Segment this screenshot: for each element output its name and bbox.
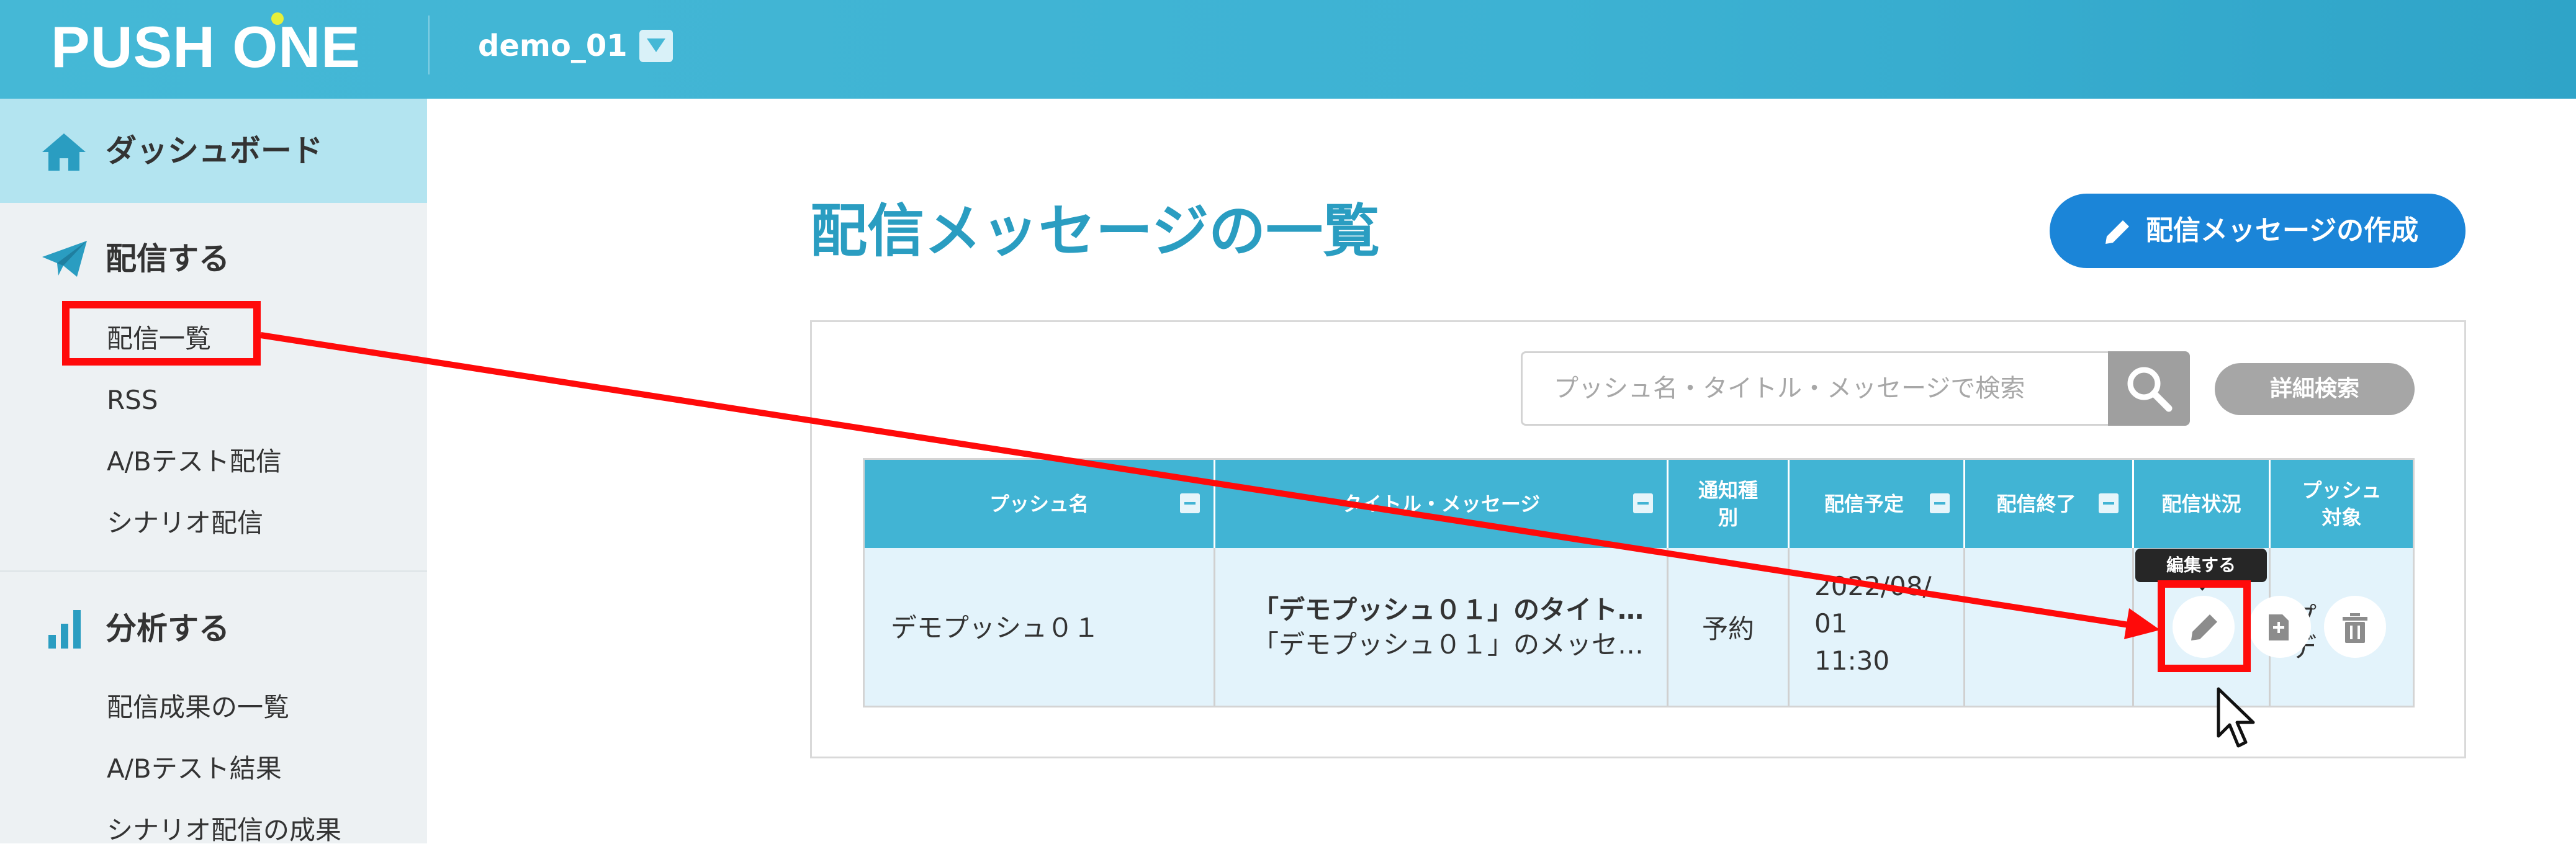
- mouse-cursor-icon: [2217, 687, 2255, 748]
- annotation-arrowhead: [2124, 608, 2160, 639]
- annotation-arrow-line: [260, 332, 2130, 628]
- annotation-arrow-layer: [260, 332, 2255, 748]
